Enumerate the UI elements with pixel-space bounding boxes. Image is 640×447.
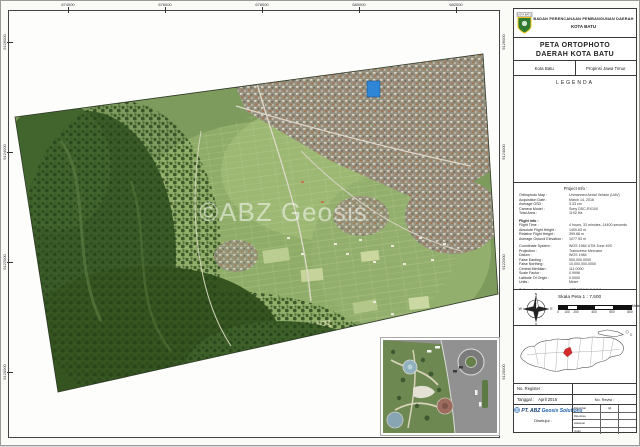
inset-detail-photo (381, 338, 499, 435)
logo-banner-label: KOTA BATU (517, 13, 531, 17)
scale-bar-label: 600 (609, 310, 614, 314)
signature-grid-label: Judul (573, 428, 601, 435)
globe-icon (514, 407, 520, 413)
madura-island (598, 330, 623, 337)
locator-map-box (513, 325, 637, 384)
signature-grid-cell (619, 420, 636, 427)
watermark: ©ABZ Geosis (199, 197, 368, 228)
company-name: PT. ABZ Geosis Solutions (514, 407, 572, 414)
map-title-line2: DAERAH KOTA BATU (514, 50, 636, 59)
scale-box: N E S W Skala Peta 1 : 7,500 0 100 200 400 6… (513, 289, 637, 326)
scale-bar-labels: 0 100 200 400 600 800 (558, 310, 638, 315)
map-title-line1: PETA ORTOPHOTO (514, 41, 636, 50)
inset-detail-graphic (383, 340, 497, 433)
footer-box: PT. ABZ Geosis Solutions Disetujui : Dig… (513, 404, 637, 433)
signature-grid-cell: tgl (601, 405, 619, 412)
north-arrow-icon: N E S W (518, 292, 554, 326)
legend-box: LEGENDA (513, 75, 637, 183)
company-prefix: PT. ABZ (521, 408, 540, 414)
project-info-title: Project Info : (519, 186, 632, 191)
agency-name: BADAN PERENCANAAN PEMBANGUNAN DAERAH (533, 17, 634, 22)
scale-unit: Meters (632, 304, 640, 308)
company-cell: PT. ABZ Geosis Solutions Disetujui : (514, 405, 572, 432)
kota-batu-logo-icon: KOTA BATU (516, 12, 533, 34)
info-label: Total Area : (519, 211, 569, 216)
info-row: Units :Meter (519, 280, 632, 285)
signature-grid-row: Digambartgl (573, 405, 636, 413)
register-value (572, 384, 636, 394)
signature-grid-row: Halaman (573, 420, 636, 428)
signature-grid-cell (619, 428, 636, 435)
approved-label: Disetujui : (514, 418, 572, 423)
signature-grid-row: Diperiksa (573, 413, 636, 421)
compass-e: E (550, 307, 553, 311)
title-block-panel: KOTA BATU BADAN PERENCANAAN PEMBANGUNAN … (513, 9, 637, 433)
date-cell: Tanggal : April 2015 (514, 395, 572, 404)
compass-w: W (519, 307, 523, 311)
info-value: Meter (569, 280, 632, 285)
region-province: Propinsi Jawa Timur (575, 61, 637, 75)
signature-grid-cell (619, 413, 636, 420)
signature-grid-label: Digambar (573, 405, 601, 412)
region-city: Kota Batu (514, 61, 575, 75)
info-value: 1192 Ha (569, 211, 632, 216)
scale-bar-label: 0 (557, 310, 559, 314)
legend-title: LEGENDA (514, 76, 636, 86)
highlight-marker (367, 81, 380, 97)
signature-grid-cell (601, 420, 619, 427)
east-java-map (514, 326, 636, 383)
info-value: 1077.93 m (569, 237, 632, 242)
date-value: April 2015 (538, 397, 557, 402)
scale-bar-label: 400 (591, 310, 596, 314)
map-title-box: PETA ORTOPHOTO DAERAH KOTA BATU (513, 37, 637, 61)
compass-n: N (535, 292, 538, 296)
project-info-box: Project Info : Orthophoto Map :Unmanned … (513, 182, 637, 290)
date-label: Tanggal : (517, 397, 534, 402)
scale-text: Skala Peta 1 : 7,500 (558, 295, 601, 300)
signature-grid: DigambartglDiperiksaHalamanJudul (572, 405, 636, 432)
region-row: Kota Batu Propinsi Jawa Timur (513, 60, 637, 76)
revision-label: No. Revisi : (572, 395, 636, 404)
project-info-rows: Orthophoto Map :Unmanned Aerial Vehicle … (519, 193, 632, 295)
info-row: Average Ground Elevation :1077.93 m (519, 237, 632, 242)
scale-bar-label: 800 (627, 310, 632, 314)
signature-grid-label: Diperiksa (573, 413, 601, 420)
info-row: Total Area :1192 Ha (519, 211, 632, 216)
scale-bar-label: 200 (573, 310, 578, 314)
register-label: No. Register : (514, 384, 572, 394)
agency-city: KOTA BATU (533, 24, 634, 29)
signature-grid-row: Judul (573, 428, 636, 435)
agency-header: KOTA BATU BADAN PERENCANAAN PEMBANGUNAN … (513, 8, 637, 38)
signature-grid-cell (601, 428, 619, 435)
map-sheet: 674000676000678000680000682000 912600091… (0, 0, 640, 446)
signature-grid-label: Halaman (573, 420, 601, 427)
signature-grid-cell (601, 413, 619, 420)
scale-bar-label: 100 (564, 310, 569, 314)
info-label: Units : (519, 280, 569, 285)
signature-grid-cell (619, 405, 636, 412)
info-label: Average Ground Elevation : (519, 237, 569, 242)
